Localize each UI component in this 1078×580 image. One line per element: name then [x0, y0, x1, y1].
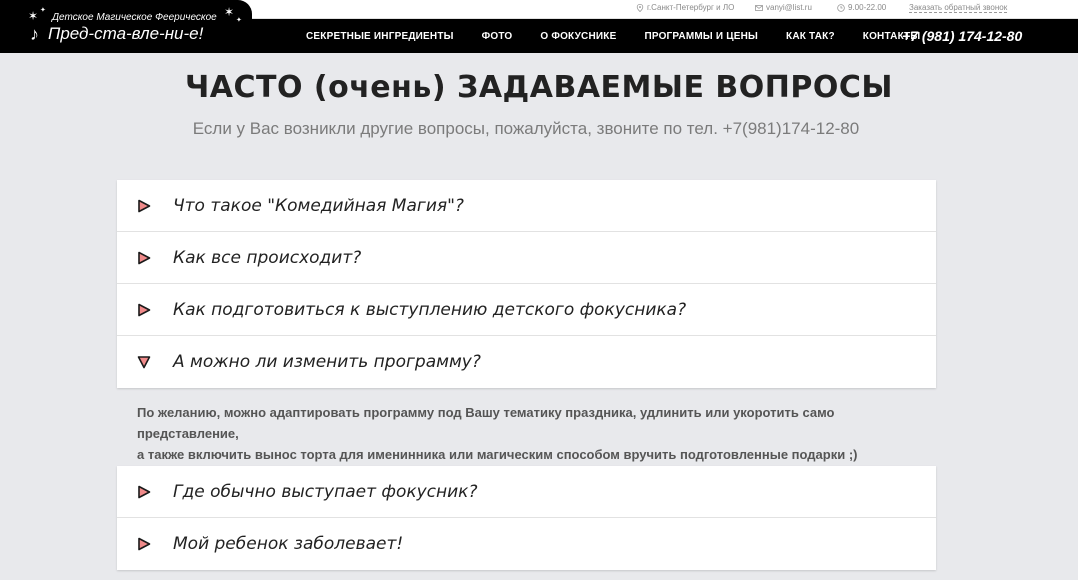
star-icon: ✶ [224, 5, 235, 19]
callback-text: Заказать обратный звонок [909, 3, 1008, 13]
faq-item[interactable]: Как все происходит? [117, 232, 936, 284]
faq-question: Где обычно выступает фокусник? [173, 481, 478, 502]
nav-item-how[interactable]: КАК ТАК? [786, 31, 835, 42]
faq-item[interactable]: Как подготовиться к выступлению детского… [117, 284, 936, 336]
faq-item-expanded[interactable]: А можно ли изменить программу? [117, 336, 936, 388]
page-subtitle: Если у Вас возникли другие вопросы, пожа… [192, 119, 860, 138]
email-info[interactable]: vanyi@list.ru [755, 3, 812, 12]
nav-menu: СЕКРЕТНЫЕ ИНГРЕДИЕНТЫ ФОТО О ФОКУСНИКЕ П… [292, 19, 934, 53]
triangle-right-icon [138, 537, 151, 551]
faq-question: Что такое "Комедийная Магия"? [173, 195, 464, 216]
faq-list: Где обычно выступает фокусник? Мой ребен… [117, 466, 936, 570]
star-icon: ✦ [40, 7, 46, 14]
triangle-right-icon [138, 199, 151, 212]
faq-question: Как все происходит? [173, 247, 362, 268]
faq-answer-line: По желанию, можно адаптировать программу… [137, 405, 835, 441]
header-phone[interactable]: +7 (981) 174-12-80 [902, 28, 1022, 44]
triangle-right-icon [138, 485, 151, 498]
hours-info: 9.00-22.00 [837, 3, 886, 12]
site-logo[interactable]: ✶ ✦ ✶ ✦ ♪ Детское Магическое Феерическое… [0, 0, 252, 53]
faq-answer-line: а также включить вынос торта для именинн… [137, 447, 858, 462]
faq-question: Как подготовиться к выступлению детского… [173, 299, 687, 320]
nav-item-programs-prices[interactable]: ПРОГРАММЫ И ЦЕНЫ [644, 31, 758, 42]
faq-list: Что такое "Комедийная Магия"? Как все пр… [117, 180, 936, 388]
star-icon: ✦ [236, 17, 242, 24]
page-title: ЧАСТО (очень) ЗАДАВАЕМЫЕ ВОПРОСЫ [185, 70, 893, 105]
star-icon: ✶ [28, 9, 39, 23]
hours-text: 9.00-22.00 [848, 3, 887, 12]
location-text: г.Санкт-Петербург и ЛО [647, 3, 735, 12]
triangle-down-icon [137, 356, 151, 369]
faq-question: А можно ли изменить программу? [173, 352, 481, 372]
location-info: г.Санкт-Петербург и ЛО [636, 3, 734, 12]
email-text: vanyi@list.ru [766, 3, 812, 12]
faq-item[interactable]: Что такое "Комедийная Магия"? [117, 180, 936, 232]
music-note-icon: ♪ [30, 24, 39, 44]
logo-tagline: Детское Магическое Феерическое [52, 12, 217, 23]
triangle-right-icon [138, 251, 151, 264]
logo-title: Пред-ста-вле-ни-е! [48, 24, 204, 43]
faq-item[interactable]: Мой ребенок заболевает! [117, 518, 936, 570]
nav-item-photo[interactable]: ФОТО [482, 31, 513, 42]
faq-answer: По желанию, можно адаптировать программу… [137, 402, 927, 465]
triangle-right-icon [138, 303, 151, 316]
callback-link[interactable]: Заказать обратный звонок [909, 3, 1008, 13]
nav-item-about-magician[interactable]: О ФОКУСНИКЕ [540, 31, 616, 42]
nav-item-secret-ingredients[interactable]: СЕКРЕТНЫЕ ИНГРЕДИЕНТЫ [306, 31, 454, 42]
map-pin-icon [636, 3, 644, 12]
clock-icon [837, 3, 845, 12]
faq-item[interactable]: Где обычно выступает фокусник? [117, 466, 936, 518]
envelope-icon [755, 4, 763, 11]
faq-question: Мой ребенок заболевает! [173, 534, 404, 554]
